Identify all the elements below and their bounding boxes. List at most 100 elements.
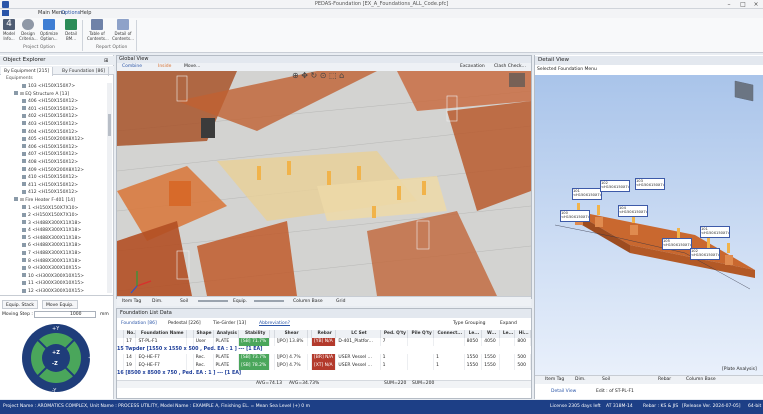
selected-foundation-menu[interactable]: Selected Foundation Menu [537,66,597,74]
combine-button[interactable]: Combine [122,63,142,71]
expand-checkbox[interactable]: Expand [500,319,517,328]
tree-item[interactable]: 404 <H150X150X12> [0,129,107,137]
move-minus-y-button[interactable]: -Y [52,388,56,394]
column-header[interactable]: Shear [274,330,308,338]
detail-item-tag-toggle[interactable]: Item Tag [545,375,564,384]
pin-icon[interactable]: ⊞ [104,58,108,64]
tree-item[interactable]: 401 <H150X150X12> [0,106,107,114]
close-icon[interactable]: × [751,1,761,8]
table-row[interactable]: 14 EQ-HE-F7 Rec. PLATE [SB] 73.7% [JPO] 4.7%[… [117,354,531,362]
grid-toggle[interactable]: Grid [336,297,345,306]
column-header[interactable]: Connect... [433,330,465,338]
tree-item[interactable]: 103 <H150X150X7> [0,83,107,91]
column-header[interactable] [117,330,125,338]
abbreviation-link[interactable]: Abbreviation? [259,319,290,328]
move-equip-button[interactable]: Move Equip. [42,300,78,309]
column-header[interactable]: Hi... [514,330,531,338]
soil-toggle[interactable]: Soil [180,297,188,306]
tree-item[interactable]: 7 <H488X300X11X18> [0,250,107,258]
tree-item[interactable]: 412 <H150X150X12> [0,189,107,197]
tree-item[interactable]: 3 <H488X300X11X18> [0,220,107,228]
column-header[interactable]: Pile Q'ty [407,330,435,338]
maximize-icon[interactable]: □ [738,1,748,8]
detail-3d-canvas[interactable] [535,75,763,375]
item-tag-toggle[interactable]: Item Tag [122,297,141,306]
tree-item[interactable]: 403 <H150X150X12> [0,121,107,129]
column-header[interactable]: No. [123,330,137,338]
menu-icon[interactable] [2,9,10,18]
move-plus-x-button[interactable]: +X [88,355,96,361]
move-minus-z-button[interactable]: -Z [52,361,58,367]
detail-rebar-toggle[interactable]: Rebar [658,375,671,384]
tab-pedestal[interactable]: Pedestal [226] [168,319,201,328]
detail-column-base-toggle[interactable]: Column Base [686,375,716,384]
detail-of-contents-button[interactable]: Detail of Contents... [112,19,134,41]
tree-item[interactable]: 9 <H300X300X10X15> [0,265,107,273]
moving-step-field[interactable] [34,311,96,318]
type-grouping-checkbox[interactable]: Type Grouping [453,319,485,328]
soil-slider[interactable] [198,300,228,302]
group-row[interactable]: 16 [8500 x 8500 x 750 , Ped. EA : 1 ] --… [117,370,531,378]
tree-item[interactable]: 407 <H150X150X12> [0,151,107,159]
tree-item[interactable]: 8 <H488X300X11X18> [0,258,107,266]
design-criteria-button[interactable]: Design Criteria... [19,19,38,41]
inside-button[interactable]: Inside [158,63,171,71]
table-row[interactable]: 19 EQ-HE-F7 Rec. PLATE [SB] 78.2% [JPO] 4.7%[… [117,362,531,370]
tree-item[interactable]: 405 <H150X200X8X12> [0,136,107,144]
detail-bm-button[interactable]: Detail BM... [62,19,80,41]
tree-item[interactable]: 406 <H150X150X12> [0,144,107,152]
table-of-contents-button[interactable]: Table of Contents... [87,19,109,41]
tree-item[interactable]: 4 <H488X300X11X18> [0,227,107,235]
tree-item[interactable]: 5 <H488X300X11X18> [0,235,107,243]
column-header[interactable]: Ped. Q'ty [380,330,409,338]
dim-toggle[interactable]: Dim. [152,297,163,306]
tree-item[interactable]: 10 <H300X300X10X15> [0,273,107,281]
equip-slider[interactable] [254,300,284,302]
tab-tie-girder[interactable]: Tie-Girder [13] [213,319,246,328]
tab-by-equipment[interactable]: By Equipment [215] [1,67,54,76]
tree-item[interactable]: 406 <H150X150X12> [0,98,107,106]
column-header[interactable]: W... [481,330,500,338]
tree-item[interactable]: 408 <H150X150X12> [0,159,107,167]
detail-dim-toggle[interactable]: Dim. [575,375,586,384]
move-plus-z-button[interactable]: +Z [52,350,60,356]
tree-item[interactable]: 411 <H150X150X12> [0,182,107,190]
column-header[interactable] [186,330,194,338]
move-button[interactable]: Move... [184,63,200,71]
column-header[interactable]: Le... [464,330,483,338]
group-row[interactable]: 15 Twpder [1550 x 1550 x 500 , Ped. EA :… [117,346,531,354]
equip-toggle[interactable]: Equip. [233,297,247,306]
menu-help[interactable]: Help [80,9,91,18]
tree-group[interactable]: ⊟ EQ Structure A [13] [0,91,107,99]
tree-item[interactable]: 2 <H150X150X7X10> [0,212,107,220]
equip-stack-button[interactable]: Equip. Stack [2,300,38,309]
excavation-button[interactable]: Excavation [460,63,485,71]
column-header[interactable]: Analysis [213,330,240,338]
edit-tab[interactable]: Edit : of ST-PL-F1 [596,387,634,396]
detail-view-tab[interactable]: Detail View [551,387,576,396]
tree-item[interactable]: 410 <H150X150X12> [0,174,107,182]
column-base-toggle[interactable]: Column Base [293,297,323,306]
column-header[interactable]: Rebar [311,330,337,338]
tree-group[interactable]: ⊟ Fire Heater F-401 [14] [0,197,107,205]
column-header[interactable]: LC Set [335,330,381,338]
3d-model-canvas[interactable]: ⊕ ✥ ↻ ⊙ ⬚ ⌂ [117,71,531,296]
tree-item[interactable]: 409 <H150X200X8X12> [0,167,107,175]
menu-options[interactable]: Options [61,9,80,18]
column-header[interactable]: Le... [499,330,516,338]
column-header[interactable]: Stability [238,330,271,338]
tab-foundation[interactable]: Foundation [86] [121,319,157,328]
move-plus-y-button[interactable]: +Y [52,326,59,332]
tree-scrollbar-thumb[interactable] [108,114,111,136]
tree-item[interactable]: 402 <H150X150X12> [0,113,107,121]
move-minus-x-button[interactable]: -X [15,355,20,361]
tab-by-foundation[interactable]: By Foundation [86] [59,67,109,76]
tree-item[interactable]: 11 <H300X300X10X15> [0,280,107,288]
tree-item[interactable]: 12 <H300X300X10X15> [0,288,107,293]
minimize-icon[interactable]: – [724,1,734,8]
detail-soil-toggle[interactable]: Soil [602,375,610,384]
optimize-option-button[interactable]: Optimize Option... [40,19,58,41]
tree-item[interactable]: 6 <H488X300X11X18> [0,242,107,250]
tree-item[interactable]: 1 <H150X150X7X10> [0,205,107,213]
model-info-button[interactable]: 4 Model Info... [0,19,18,41]
